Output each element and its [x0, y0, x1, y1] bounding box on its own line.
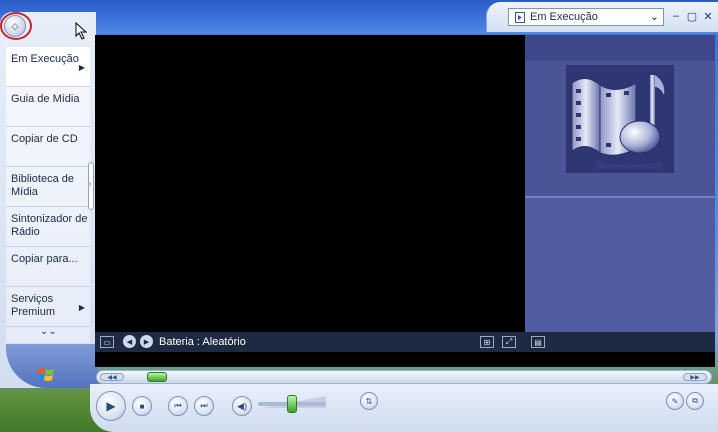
taskpane-item-copy-from-cd[interactable]: Copiar de CD [6, 127, 90, 167]
mute-icon: ◀) [237, 400, 247, 411]
taskpane-item-label: Sintonizador de Rádio [11, 213, 88, 238]
media-filmstrip-note-icon [571, 75, 665, 169]
seek-bar[interactable] [96, 370, 712, 384]
chevron-right-icon: ▶ [143, 338, 150, 346]
now-playing-icon [515, 11, 525, 23]
chevron-right-icon: ▶ [78, 63, 85, 72]
fast-forward-icon: ▶▶ [690, 374, 700, 381]
seek-thumb[interactable] [147, 372, 168, 382]
volume-thumb[interactable] [287, 395, 297, 413]
switch-mode-icon: ⇅ [365, 396, 373, 406]
fullscreen-icon: ⤢ [505, 337, 513, 346]
video-camera-icon: ▭ [103, 337, 111, 347]
previous-button[interactable]: ⏮ [168, 396, 188, 416]
album-art [566, 65, 674, 173]
equalizer-button[interactable]: ✎ [666, 392, 684, 410]
maximize-icon: ▢ [686, 10, 698, 23]
video-settings-button[interactable]: ▭ [100, 336, 114, 348]
chevron-right-icon: ▶ [78, 303, 85, 312]
next-visualization-button[interactable]: ▶ [140, 335, 153, 348]
mode-select[interactable]: Em Execução ⌄ [508, 8, 664, 26]
close-button[interactable]: ✕ [702, 10, 714, 23]
now-playing-text: Bateria : Aleatório [159, 336, 246, 348]
playlist-panel[interactable] [525, 198, 715, 332]
close-icon: ✕ [703, 10, 713, 23]
previous-visualization-button[interactable]: ◀ [123, 335, 136, 348]
previous-icon: ⏮ [174, 401, 182, 410]
chevron-right-icon: › [89, 181, 92, 188]
skin-mode-button[interactable]: ⧉ [686, 392, 704, 410]
video-display[interactable] [95, 35, 525, 332]
minimize-button[interactable]: ‒ [670, 10, 682, 22]
back-button[interactable]: ◇ [4, 15, 26, 37]
rewind-icon: ◀◀ [107, 374, 117, 381]
minimize-icon: ‒ [672, 10, 680, 22]
windows-logo-icon [36, 368, 54, 381]
taskpane-item-label: Copiar para... [11, 253, 78, 265]
rewind-button[interactable]: ◀◀ [100, 373, 124, 381]
stop-icon: ■ [139, 401, 145, 411]
playlist-toggle-button[interactable]: ▤ [531, 336, 545, 348]
next-button[interactable]: ⏭ [194, 396, 214, 416]
play-icon: ▶ [106, 399, 116, 413]
mouse-cursor-icon [75, 22, 88, 40]
skin-icon: ⧉ [692, 396, 698, 405]
double-chevron-down-icon: ⌄⌄ [40, 326, 57, 337]
taskpane-item-media-library[interactable]: Biblioteca de Mídia [6, 167, 90, 207]
fit-window-icon: ⊞ [483, 337, 491, 347]
pen-icon: ✎ [671, 396, 679, 406]
info-bar-lower [95, 352, 715, 367]
compact-mode-button[interactable]: ⇅ [360, 392, 378, 410]
panel-divider [525, 196, 715, 198]
taskpane-item-label: Guia de Mídia [11, 93, 80, 105]
taskpane-item-now-playing[interactable]: Em Execução ▶ [6, 47, 90, 87]
taskpane-item-premium-services[interactable]: Serviços Premium ▶ [6, 287, 90, 327]
taskpane-item-label: Em Execução [11, 53, 79, 65]
maximize-button[interactable]: ▢ [686, 10, 698, 23]
playlist-icon: ▤ [534, 337, 542, 347]
taskpane-item-label: Copiar de CD [11, 133, 78, 145]
back-icon: ◇ [11, 20, 19, 31]
more-items-button[interactable]: ⌄⌄ [40, 326, 57, 337]
visualization-panel-header [525, 35, 715, 61]
mode-select-label: Em Execução [530, 11, 598, 23]
taskpane-item-media-guide[interactable]: Guia de Mídia [6, 87, 90, 127]
taskpane-item-radio-tuner[interactable]: Sintonizador de Rádio [6, 207, 90, 247]
chevron-left-icon: ◀ [126, 338, 133, 346]
task-pane: Em Execução ▶ Guia de Mídia Copiar de CD… [6, 47, 90, 343]
fullscreen-button[interactable]: ⤢ [502, 336, 516, 348]
stop-button[interactable]: ■ [132, 396, 152, 416]
chevron-down-icon: ⌄ [649, 11, 659, 23]
next-icon: ⏭ [200, 401, 208, 410]
taskpane-item-copy-to[interactable]: Copiar para... [6, 247, 90, 287]
fit-video-button[interactable]: ⊞ [480, 336, 494, 348]
taskpane-item-label: Biblioteca de Mídia [11, 173, 74, 198]
taskpane-item-label: Serviços Premium [11, 293, 56, 318]
fast-forward-button[interactable]: ▶▶ [683, 373, 707, 381]
play-button[interactable]: ▶ [96, 391, 126, 421]
mute-button[interactable]: ◀) [232, 396, 252, 416]
